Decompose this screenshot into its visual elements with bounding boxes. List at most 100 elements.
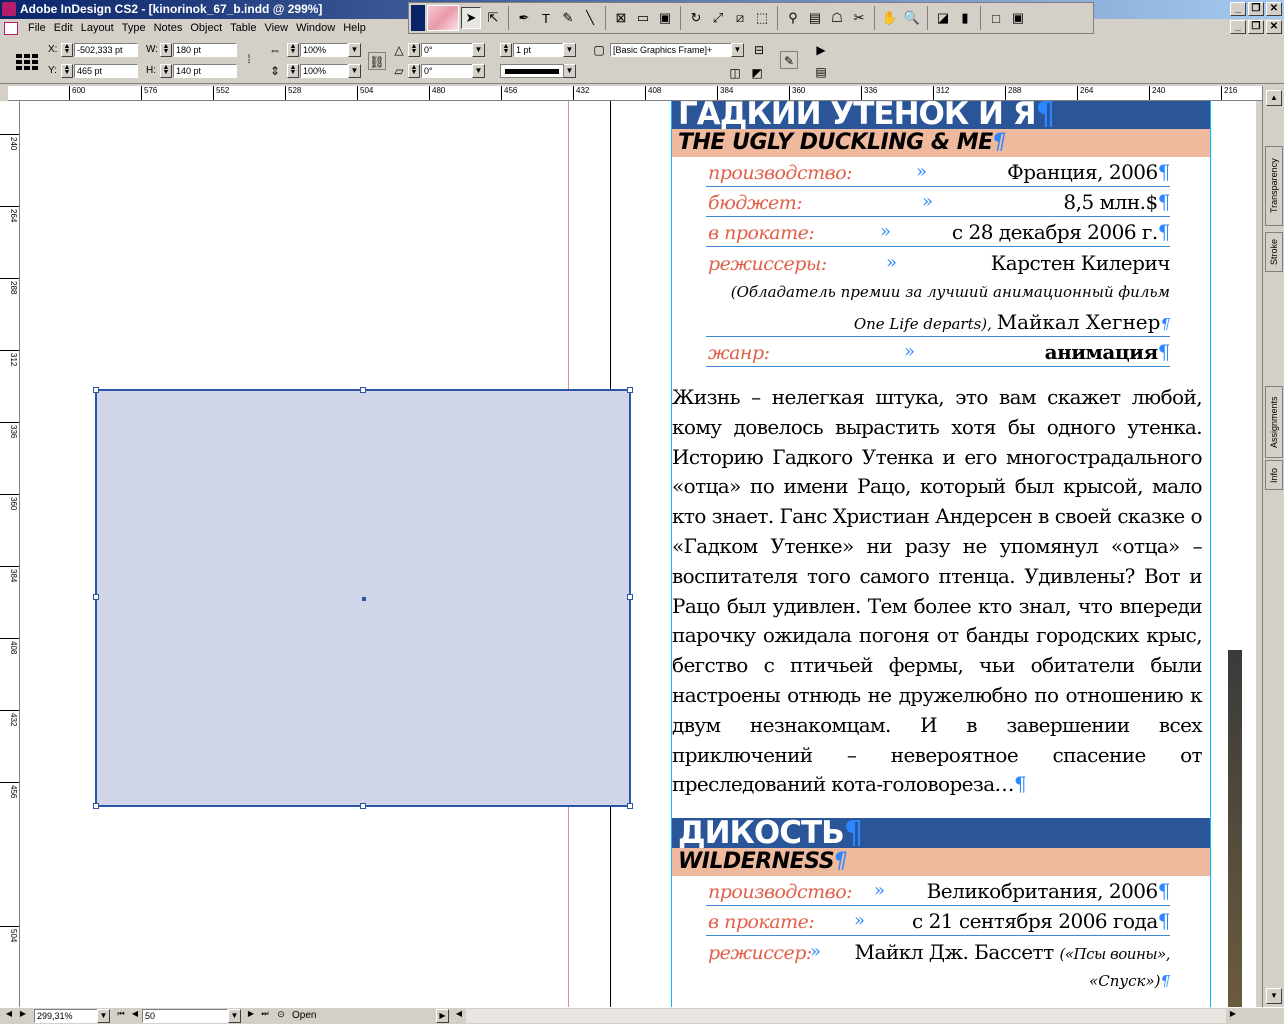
menu-layout[interactable]: Layout <box>77 21 118 35</box>
h-spinner[interactable]: ▲ ▼ <box>160 64 172 78</box>
x-field[interactable]: -502,333 pt <box>74 43 138 57</box>
stroke-weight-dropdown[interactable]: ▼ <box>563 43 576 57</box>
next-page-icon[interactable]: ▶ <box>244 1007 258 1021</box>
direct-selection-tool-icon[interactable]: ⇱ <box>483 7 503 29</box>
eyedropper-tool-icon[interactable]: ⚲ <box>783 7 803 29</box>
object-style-field[interactable]: [Basic Graphics Frame]+ <box>610 43 732 57</box>
scale-x-dropdown[interactable]: ▼ <box>348 43 361 57</box>
scroll-down-icon[interactable]: ▼ <box>1266 988 1282 1004</box>
hand-tool-icon[interactable]: ✋ <box>880 7 900 29</box>
drop-shadow-icon[interactable]: ◫ <box>726 64 744 82</box>
document-icon[interactable] <box>4 22 18 35</box>
scroll-right-icon-2[interactable]: ▶ <box>1226 1007 1240 1021</box>
menu-type[interactable]: Type <box>118 21 150 35</box>
y-spinner[interactable]: ▲ ▼ <box>61 64 73 78</box>
scroll-left-icon[interactable]: ◀ <box>2 1007 16 1021</box>
button-tool-icon[interactable]: ▣ <box>655 7 675 29</box>
doc-restore-button[interactable]: ❐ <box>1248 20 1264 34</box>
previous-page-icon[interactable]: ◀ <box>128 1007 142 1021</box>
rotate-angle-field[interactable]: 0° <box>421 43 473 57</box>
zoom-field[interactable]: 299,31% <box>34 1009 98 1023</box>
menu-edit[interactable]: Edit <box>50 21 77 35</box>
rectangle-tool-icon[interactable]: ▭ <box>633 7 653 29</box>
minimize-button[interactable]: _ <box>1230 2 1246 16</box>
article-text-frame[interactable]: ГАДКИЙ УТЕНОК И Я¶ THE UGLY DUCKLING & M… <box>672 101 1210 996</box>
scroll-up-icon[interactable]: ▲ <box>1266 90 1282 106</box>
page-field[interactable]: 50 <box>142 1009 228 1023</box>
horizontal-scrollbar[interactable] <box>466 1009 1226 1023</box>
shear-dropdown[interactable]: ▼ <box>472 64 485 78</box>
close-button[interactable]: ✕ <box>1266 2 1282 16</box>
formatting-affects-icon[interactable]: ▮ <box>955 7 975 29</box>
menu-window[interactable]: Window <box>292 21 339 35</box>
restore-button[interactable]: ❐ <box>1248 2 1264 16</box>
scale-y-spinner[interactable]: ▲ ▼ <box>287 64 299 78</box>
handle-bottom-right[interactable] <box>627 803 633 809</box>
fill-swatch[interactable] <box>411 5 425 31</box>
type-tool-icon[interactable]: T <box>536 7 556 29</box>
rectangle-frame-tool-icon[interactable]: ⊠ <box>611 7 631 29</box>
height-field[interactable]: 140 pt <box>173 64 237 78</box>
clear-overrides-icon[interactable]: ⊟ <box>750 41 768 59</box>
constrain-proportions-icon[interactable]: ⁞ <box>240 50 258 68</box>
handle-top-left[interactable] <box>93 387 99 393</box>
vertical-ruler[interactable]: 240 264 288 312 336 360 384 408 432 456 504 <box>0 101 20 1007</box>
scroll-left-icon-2[interactable]: ◀ <box>452 1007 466 1021</box>
menu-help[interactable]: Help <box>339 21 370 35</box>
pencil-tool-icon[interactable]: ✎ <box>558 7 578 29</box>
fill-stroke-icon[interactable]: ◪ <box>933 7 953 29</box>
line-tool-icon[interactable]: ╲ <box>580 7 600 29</box>
rotate-spinner[interactable]: ▲ ▼ <box>408 43 420 57</box>
menu-table[interactable]: Table <box>226 21 260 35</box>
gradient-tool-icon[interactable]: ▤ <box>805 7 825 29</box>
tab-transparency[interactable]: Transparency <box>1265 146 1283 226</box>
stroke-spinner[interactable]: ▲ ▼ <box>500 43 512 57</box>
width-field[interactable]: 180 pt <box>173 43 237 57</box>
normal-view-icon[interactable]: □ <box>986 7 1006 29</box>
shear-tool-icon[interactable]: ⧄ <box>730 7 750 29</box>
shear-spinner[interactable]: ▲ ▼ <box>408 64 420 78</box>
scale-y-field[interactable]: 100% <box>300 64 348 78</box>
last-page-icon[interactable]: ⏭ <box>258 1007 272 1021</box>
selected-graphics-frame[interactable] <box>93 387 633 809</box>
pen-tool-icon[interactable]: ✒ <box>514 7 534 29</box>
tab-assignments[interactable]: Assignments <box>1265 386 1283 458</box>
handle-top-right[interactable] <box>627 387 633 393</box>
w-spinner[interactable]: ▲ ▼ <box>160 43 172 57</box>
menu-view[interactable]: View <box>260 21 292 35</box>
free-transform-tool-icon[interactable]: ⬚ <box>752 7 772 29</box>
handle-bottom-center[interactable] <box>360 803 366 809</box>
button-states-tool-icon[interactable]: ☖ <box>827 7 847 29</box>
object-style-dropdown[interactable]: ▼ <box>731 43 744 57</box>
link-scale-icon[interactable]: ⛓ <box>368 52 386 70</box>
rotate-dropdown[interactable]: ▼ <box>472 43 485 57</box>
quick-apply-icon[interactable]: ✎ <box>780 51 798 69</box>
tab-info[interactable]: Info <box>1265 460 1283 490</box>
zoom-dropdown[interactable]: ▼ <box>97 1009 110 1023</box>
document-canvas[interactable]: ГАДКИЙ УТЕНОК И Я¶ THE UGLY DUCKLING & M… <box>20 101 1256 1007</box>
scale-tool-icon[interactable]: ⤢ <box>708 7 728 29</box>
palette-options-icon[interactable]: ▤ <box>812 63 830 81</box>
menu-object[interactable]: Object <box>186 21 226 35</box>
handle-bottom-left[interactable] <box>93 803 99 809</box>
page-dropdown[interactable]: ▼ <box>228 1009 241 1023</box>
palette-menu-icon[interactable]: ▶ <box>812 41 830 59</box>
zoom-tool-icon[interactable]: 🔍 <box>902 7 922 29</box>
x-spinner[interactable]: ▲ ▼ <box>61 43 73 57</box>
stroke-type-preview[interactable] <box>500 64 564 78</box>
scale-x-field[interactable]: 100% <box>300 43 348 57</box>
scale-x-spinner[interactable]: ▲ ▼ <box>287 43 299 57</box>
selection-tool-icon[interactable]: ➤ <box>461 7 481 29</box>
handle-middle-right[interactable] <box>627 594 633 600</box>
tab-stroke[interactable]: Stroke <box>1265 232 1283 272</box>
menu-notes[interactable]: Notes <box>150 21 187 35</box>
handle-middle-left[interactable] <box>93 594 99 600</box>
preview-mode-icon[interactable]: ▣ <box>1008 7 1028 29</box>
scale-y-dropdown[interactable]: ▼ <box>348 64 361 78</box>
scissors-tool-icon[interactable]: ✂ <box>849 7 869 29</box>
stroke-type-dropdown[interactable]: ▼ <box>563 64 576 78</box>
horizontal-ruler[interactable]: 600 576 552 528 504 480 456 432 408 384 360 336 312 2… <box>8 86 1262 101</box>
rotate-tool-icon[interactable]: ↻ <box>686 7 706 29</box>
status-menu-dropdown[interactable]: ▶ <box>436 1009 449 1023</box>
reference-point-icon[interactable] <box>16 54 38 70</box>
